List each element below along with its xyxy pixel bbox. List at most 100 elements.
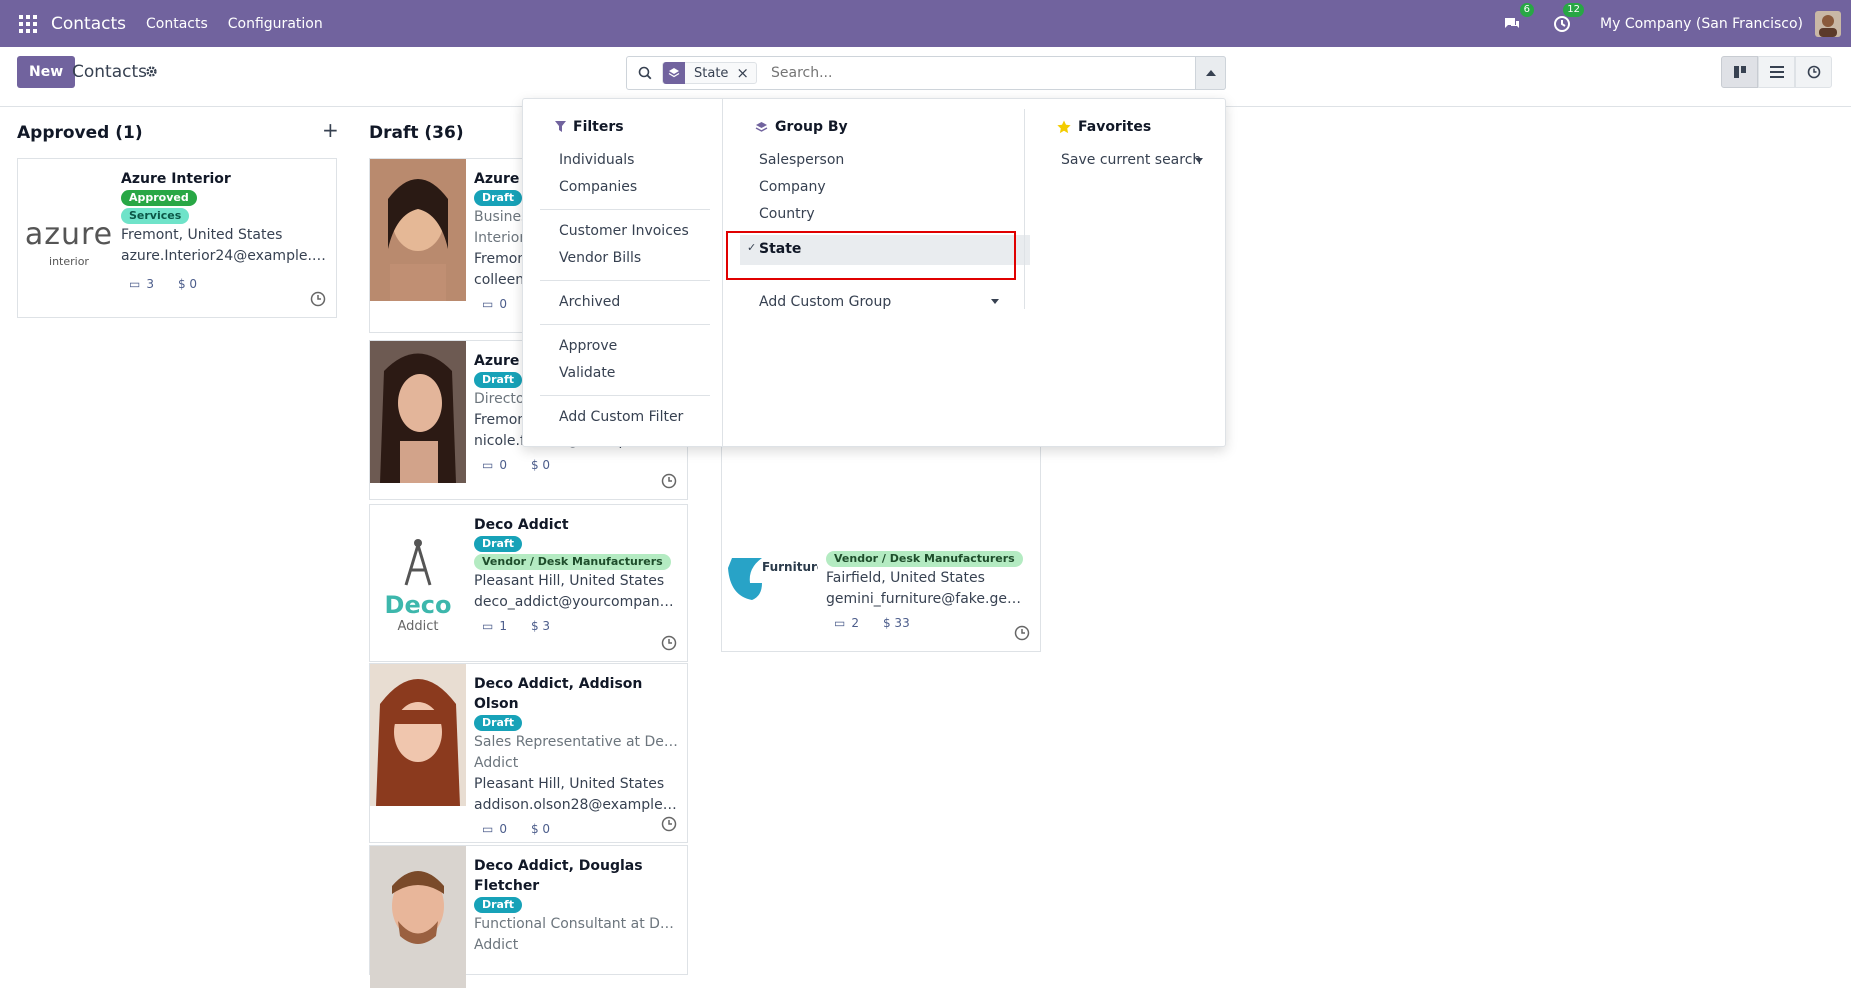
contact-email: deco_addict@yourcompany.e...: [474, 594, 679, 610]
group-company[interactable]: Company: [759, 179, 826, 195]
messages-count: 6: [1519, 2, 1535, 17]
company-logo: Furniture: [722, 538, 818, 608]
contact-job: Functional Consultant at Deco: [474, 916, 679, 932]
activity-clock-icon[interactable]: [661, 816, 677, 832]
list-icon: [1769, 66, 1784, 78]
invoice-icon: ▭: [482, 297, 494, 311]
contact-name: Azure Interior: [121, 171, 231, 187]
divider: [540, 209, 710, 210]
search-facet: State ×: [662, 62, 757, 84]
activity-view-button[interactable]: [1795, 56, 1832, 88]
activity-clock-icon[interactable]: [661, 635, 677, 651]
layers-icon: [755, 121, 768, 132]
group-country[interactable]: Country: [759, 206, 815, 222]
invoice-count: 0: [499, 297, 507, 311]
filter-validate[interactable]: Validate: [559, 365, 615, 381]
add-custom-filter[interactable]: Add Custom Filter: [559, 409, 683, 425]
gear-icon[interactable]: [145, 65, 158, 78]
activities-count: 12: [1563, 2, 1585, 17]
menu-configuration[interactable]: Configuration: [228, 16, 323, 32]
search-options-dropdown: Filters Individuals Companies Customer I…: [522, 98, 1226, 448]
caret-down-icon[interactable]: [991, 299, 999, 304]
column-add-button[interactable]: +: [322, 118, 339, 142]
filter-archived[interactable]: Archived: [559, 294, 620, 310]
contact-photo: [370, 664, 466, 806]
contact-location: Pleasant Hill, United States: [474, 573, 665, 589]
invoice-count: 0: [499, 458, 507, 472]
search-bar[interactable]: State ×: [626, 56, 1226, 90]
apps-menu-icon[interactable]: [19, 14, 37, 33]
filter-vendor-bills[interactable]: Vendor Bills: [559, 250, 641, 266]
amount-due: $ 3: [530, 619, 551, 633]
contact-photo: [370, 341, 466, 483]
list-view-button[interactable]: [1758, 56, 1795, 88]
column-title-draft: Draft (36): [369, 123, 464, 143]
group-by-heading: Group By: [755, 119, 848, 135]
page-title: Contacts: [72, 62, 147, 82]
contact-photo: [370, 159, 466, 301]
tag-vendor: Vendor / Desk Manufacturers: [826, 551, 1023, 567]
messages-button[interactable]: 6: [1500, 2, 1535, 36]
save-current-search[interactable]: Save current search: [1061, 152, 1201, 168]
contact-job: Sales Representative at Deco: [474, 734, 679, 750]
contact-name: Deco Addict: [474, 517, 569, 533]
invoice-count: 2: [851, 616, 859, 630]
kanban-card[interactable]: Deco Addict, Addison Olson Draft Sales R…: [369, 663, 688, 843]
activities-button[interactable]: 12: [1550, 2, 1585, 36]
contact-email: azure.Interior24@example.com: [121, 248, 328, 264]
search-options-toggle[interactable]: [1195, 56, 1226, 90]
amount-due: $ 0: [530, 458, 551, 472]
divider: [1024, 109, 1025, 309]
tag-draft: Draft: [474, 536, 523, 552]
contact-location: Pleasant Hill, United States: [474, 776, 665, 792]
contact-job-2: Addict: [474, 755, 519, 771]
remove-facet-icon[interactable]: ×: [736, 64, 756, 82]
app-name[interactable]: Contacts: [51, 14, 126, 34]
search-input[interactable]: [771, 65, 1171, 81]
top-navbar: Contacts Contacts Configuration 6 12 My …: [0, 0, 1851, 47]
tag-draft: Draft: [474, 897, 523, 913]
view-switcher: [1721, 56, 1832, 88]
filter-customer-invoices[interactable]: Customer Invoices: [559, 223, 689, 239]
kanban-card[interactable]: Furniture Vendor / Desk Manufacturers Fa…: [721, 437, 1041, 652]
activity-clock-icon[interactable]: [661, 473, 677, 489]
menu-contacts[interactable]: Contacts: [146, 16, 208, 32]
activity-clock-icon[interactable]: [310, 291, 326, 307]
new-button[interactable]: New: [17, 56, 76, 88]
kanban-view-button[interactable]: [1721, 56, 1758, 88]
kanban-icon: [1733, 66, 1746, 78]
contact-name: Deco Addict, Addison Olson: [474, 676, 643, 712]
filter-approve[interactable]: Approve: [559, 338, 617, 354]
tag-approved: Approved: [121, 190, 197, 206]
filter-companies[interactable]: Companies: [559, 179, 637, 195]
filters-heading: Filters: [555, 119, 624, 135]
contact-location: Fairfield, United States: [826, 570, 985, 586]
tag-draft: Draft: [474, 372, 523, 388]
column-title-approved: Approved (1): [17, 123, 143, 143]
clock-icon: [1554, 15, 1571, 32]
user-avatar[interactable]: [1815, 10, 1841, 37]
contact-job-2: Addict: [474, 937, 519, 953]
activity-clock-icon[interactable]: [1014, 625, 1030, 641]
invoice-count: 3: [146, 277, 154, 291]
facet-label: State: [694, 65, 729, 81]
kanban-card[interactable]: Deco Addict, Douglas Fletcher Draft Func…: [369, 845, 688, 988]
company-switcher[interactable]: My Company (San Francisco): [1600, 16, 1803, 32]
invoice-count: 1: [499, 619, 507, 633]
contact-email: gemini_furniture@fake.gemin...: [826, 591, 1032, 607]
amount-due: $ 0: [177, 277, 198, 291]
company-logo: azure interior: [24, 217, 114, 268]
kanban-card[interactable]: azure interior Azure Interior Approved S…: [17, 158, 337, 318]
invoice-count: 0: [499, 822, 507, 836]
kanban-card[interactable]: Deco Addict Deco Addict Draft Vendor / D…: [369, 504, 688, 662]
amount-due: $ 33: [882, 616, 910, 630]
clock-icon: [1807, 65, 1820, 79]
group-salesperson[interactable]: Salesperson: [759, 152, 844, 168]
caret-down-icon[interactable]: [1195, 158, 1203, 163]
filter-icon: [555, 121, 566, 132]
filter-individuals[interactable]: Individuals: [559, 152, 634, 168]
add-custom-group[interactable]: Add Custom Group: [759, 294, 891, 310]
invoice-icon: ▭: [482, 619, 494, 633]
amount-due: $ 0: [530, 822, 551, 836]
chat-icon: [1505, 17, 1520, 28]
